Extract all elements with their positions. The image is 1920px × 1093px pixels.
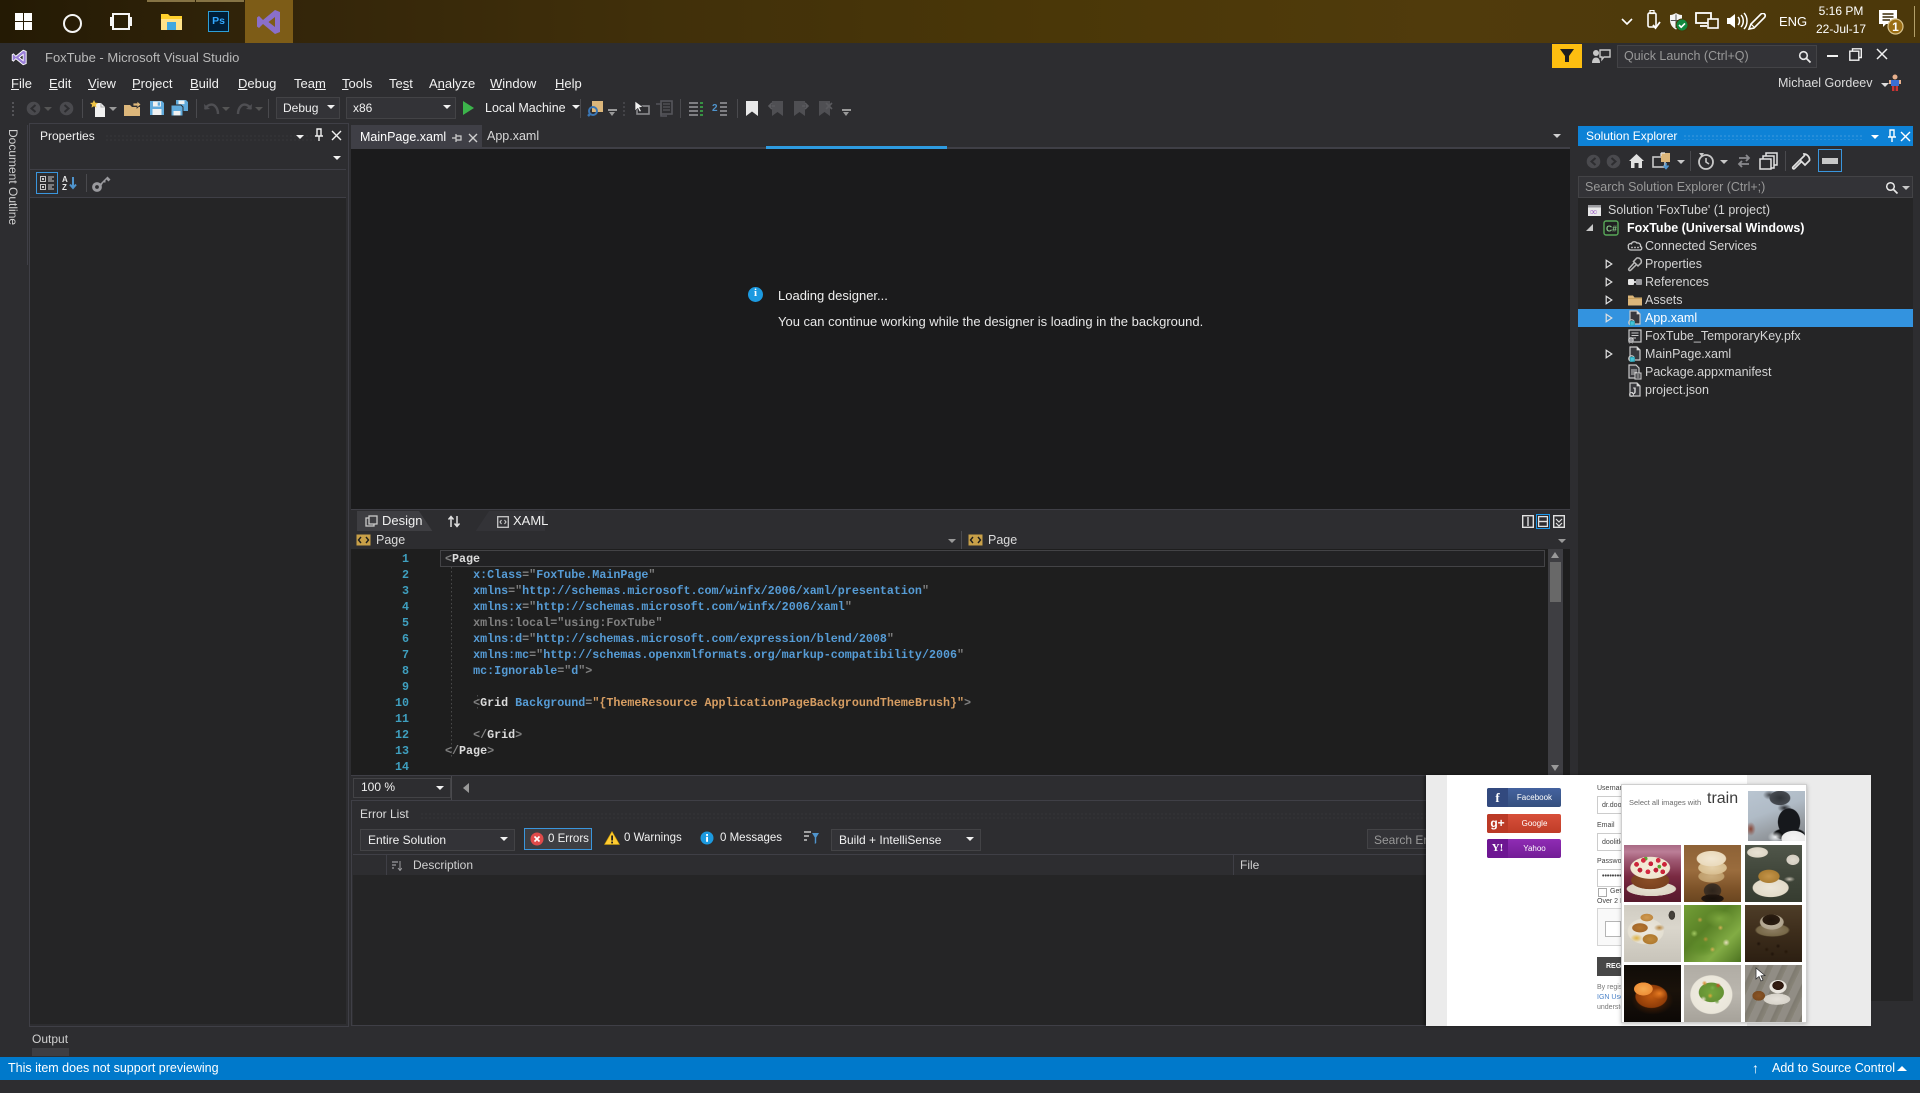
svg-text:Z: Z [62,183,67,191]
svg-text:2: 2 [712,103,718,114]
svg-text:1: 1 [1892,20,1899,34]
svg-text:∞: ∞ [1590,207,1597,218]
svg-text:C#: C# [1606,224,1617,234]
